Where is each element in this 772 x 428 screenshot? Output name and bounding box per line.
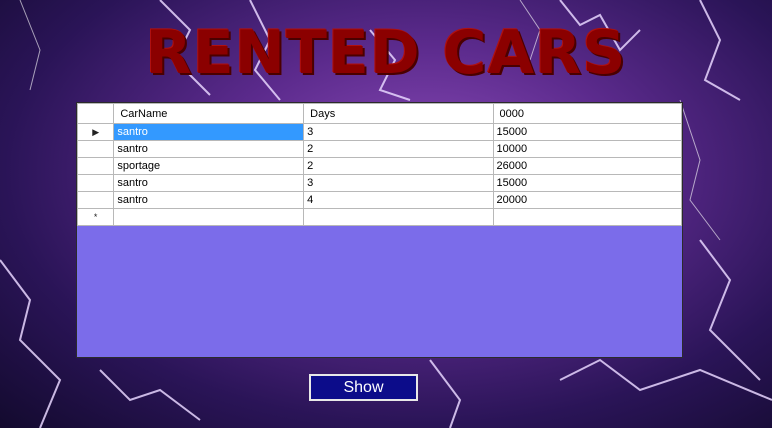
cell-amount[interactable]: 20000 [492,191,682,209]
row-header[interactable] [77,157,115,175]
cell-amount[interactable]: 26000 [492,157,682,175]
cell-amount[interactable]: 15000 [492,123,682,141]
row-header[interactable] [77,191,115,209]
data-grid[interactable]: CarName Days 0000 ▶ santro 3 15000 santr… [76,102,683,358]
new-cell-amount[interactable] [492,208,682,226]
cell-days[interactable]: 4 [303,191,494,209]
cell-days[interactable]: 3 [303,174,494,192]
header-row: CarName Days 0000 [77,103,682,124]
grid-table: CarName Days 0000 ▶ santro 3 15000 santr… [77,103,682,226]
table-row[interactable]: sportage 2 26000 [77,157,682,175]
table-row[interactable]: santro 3 15000 [77,174,682,192]
new-row[interactable]: * [77,208,682,226]
new-cell-days[interactable] [303,208,494,226]
cell-days[interactable]: 3 [303,123,494,141]
cell-amount[interactable]: 10000 [492,140,682,158]
corner-header-cell[interactable] [77,103,115,124]
column-header-carname[interactable]: CarName [113,103,305,124]
current-row-indicator-icon[interactable]: ▶ [77,123,115,141]
cell-carname[interactable]: santro [113,174,305,192]
new-cell-carname[interactable] [113,208,305,226]
page-title: RENTED CARS [145,18,627,88]
cell-carname[interactable]: santro [113,140,305,158]
cell-carname[interactable]: sportage [113,157,305,175]
row-header[interactable] [77,140,115,158]
show-button[interactable]: Show [309,374,418,401]
row-header[interactable] [77,174,115,192]
cell-days[interactable]: 2 [303,157,494,175]
table-row[interactable]: santro 4 20000 [77,191,682,209]
column-header-days[interactable]: Days [303,103,494,124]
table-row[interactable]: ▶ santro 3 15000 [77,123,682,141]
cell-carname[interactable]: santro [113,123,305,141]
table-row[interactable]: santro 2 10000 [77,140,682,158]
cell-days[interactable]: 2 [303,140,494,158]
new-row-asterisk-icon[interactable]: * [77,208,115,226]
column-header-amount[interactable]: 0000 [492,103,682,124]
cell-amount[interactable]: 15000 [492,174,682,192]
cell-carname[interactable]: santro [113,191,305,209]
